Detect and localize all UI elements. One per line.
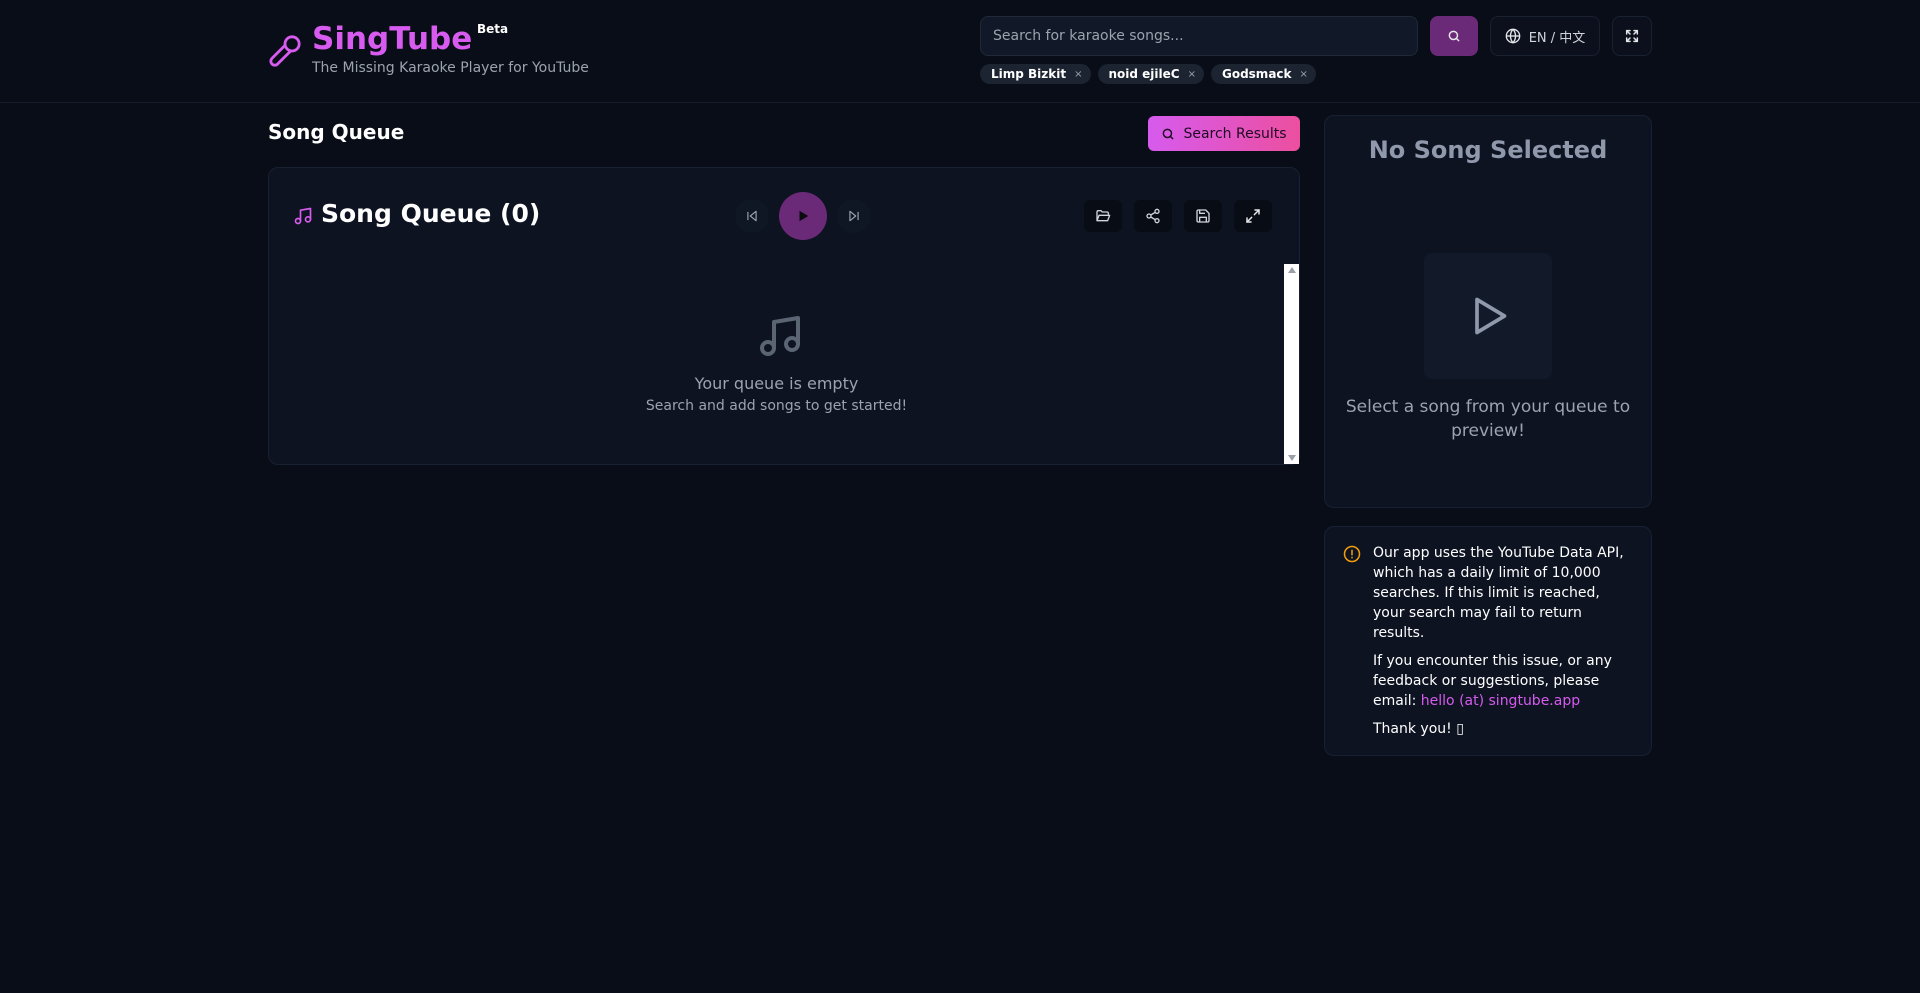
expand-icon — [1246, 209, 1260, 223]
empty-queue-subtitle: Search and add songs to get started! — [645, 398, 908, 414]
search-results-label: Search Results — [1183, 125, 1287, 142]
search-input[interactable] — [980, 16, 1418, 56]
microphone-icon — [269, 35, 301, 67]
notice-body: Our app uses the YouTube Data API, which… — [1373, 543, 1635, 747]
section-title: Song Queue — [268, 120, 405, 144]
share-queue-button[interactable] — [1134, 200, 1172, 232]
beta-badge: Beta — [477, 22, 509, 36]
play-button[interactable] — [779, 192, 827, 240]
scroll-down-arrow[interactable] — [1288, 455, 1296, 461]
notice-thanks: Thank you! ▯ — [1373, 721, 1464, 737]
notice-paragraph: Our app uses the YouTube Data API, which… — [1373, 545, 1624, 641]
queue-scrollbar[interactable] — [1284, 264, 1299, 464]
language-label: EN / 中文 — [1528, 30, 1586, 46]
next-button[interactable] — [837, 199, 871, 233]
notice-paragraph: If you encounter this issue, or any feed… — [1373, 651, 1635, 711]
save-icon — [1196, 209, 1210, 223]
previous-button[interactable] — [735, 199, 769, 233]
open-queue-button[interactable] — [1084, 200, 1122, 232]
api-limit-notice: Our app uses the YouTube Data API, which… — [1324, 526, 1652, 756]
save-queue-button[interactable] — [1184, 200, 1222, 232]
queue-title: Song Queue (0) — [321, 199, 541, 228]
recent-search-tags: Limp Bizkit × noid ejileC × Godsmack × — [980, 64, 1316, 84]
music-note-icon — [760, 316, 800, 356]
tag-label: Godsmack — [1221, 67, 1292, 81]
alert-circle-icon — [1343, 545, 1361, 563]
preview-hint: Select a song from your queue to preview… — [1345, 397, 1631, 441]
preview-panel: No Song Selected Select a song from your… — [1324, 115, 1652, 508]
preview-placeholder — [1424, 253, 1552, 379]
folder-open-icon — [1096, 210, 1111, 222]
search-button[interactable] — [1430, 16, 1478, 56]
tag-remove-icon[interactable]: × — [1074, 69, 1082, 80]
expand-queue-button[interactable] — [1234, 200, 1272, 232]
skip-back-icon — [747, 210, 757, 222]
fullscreen-icon — [1625, 29, 1639, 43]
song-queue-panel: Song Queue (0) Your queue is empty Searc… — [268, 167, 1300, 465]
empty-queue-title: Your queue is empty — [694, 374, 859, 393]
tag-remove-icon[interactable]: × — [1300, 69, 1308, 80]
preview-title: No Song Selected — [1368, 136, 1608, 164]
play-icon — [1475, 297, 1507, 335]
search-results-button[interactable]: Search Results — [1148, 116, 1300, 151]
tag-label: Limp Bizkit — [991, 67, 1067, 81]
skip-forward-icon — [849, 210, 859, 222]
app-title[interactable]: SingTube — [312, 20, 472, 58]
music-note-icon — [294, 207, 312, 225]
tag-label: noid ejileC — [1108, 67, 1180, 81]
fullscreen-button[interactable] — [1612, 16, 1652, 56]
tag-remove-icon[interactable]: × — [1188, 69, 1196, 80]
search-icon — [1163, 128, 1174, 139]
share-icon — [1146, 208, 1160, 224]
search-icon — [1448, 30, 1460, 42]
app-subtitle: The Missing Karaoke Player for YouTube — [312, 60, 589, 76]
play-icon — [799, 210, 809, 222]
app-header: SingTube Beta The Missing Karaoke Player… — [0, 0, 1920, 103]
scroll-up-arrow[interactable] — [1288, 267, 1296, 273]
recent-search-tag[interactable]: Godsmack × — [1210, 64, 1316, 84]
recent-search-tag[interactable]: noid ejileC × — [1097, 64, 1204, 84]
globe-icon — [1505, 28, 1521, 44]
contact-email-link[interactable]: hello (at) singtube.app — [1421, 693, 1580, 709]
recent-search-tag[interactable]: Limp Bizkit × — [980, 64, 1091, 84]
language-toggle-button[interactable]: EN / 中文 — [1490, 16, 1600, 56]
